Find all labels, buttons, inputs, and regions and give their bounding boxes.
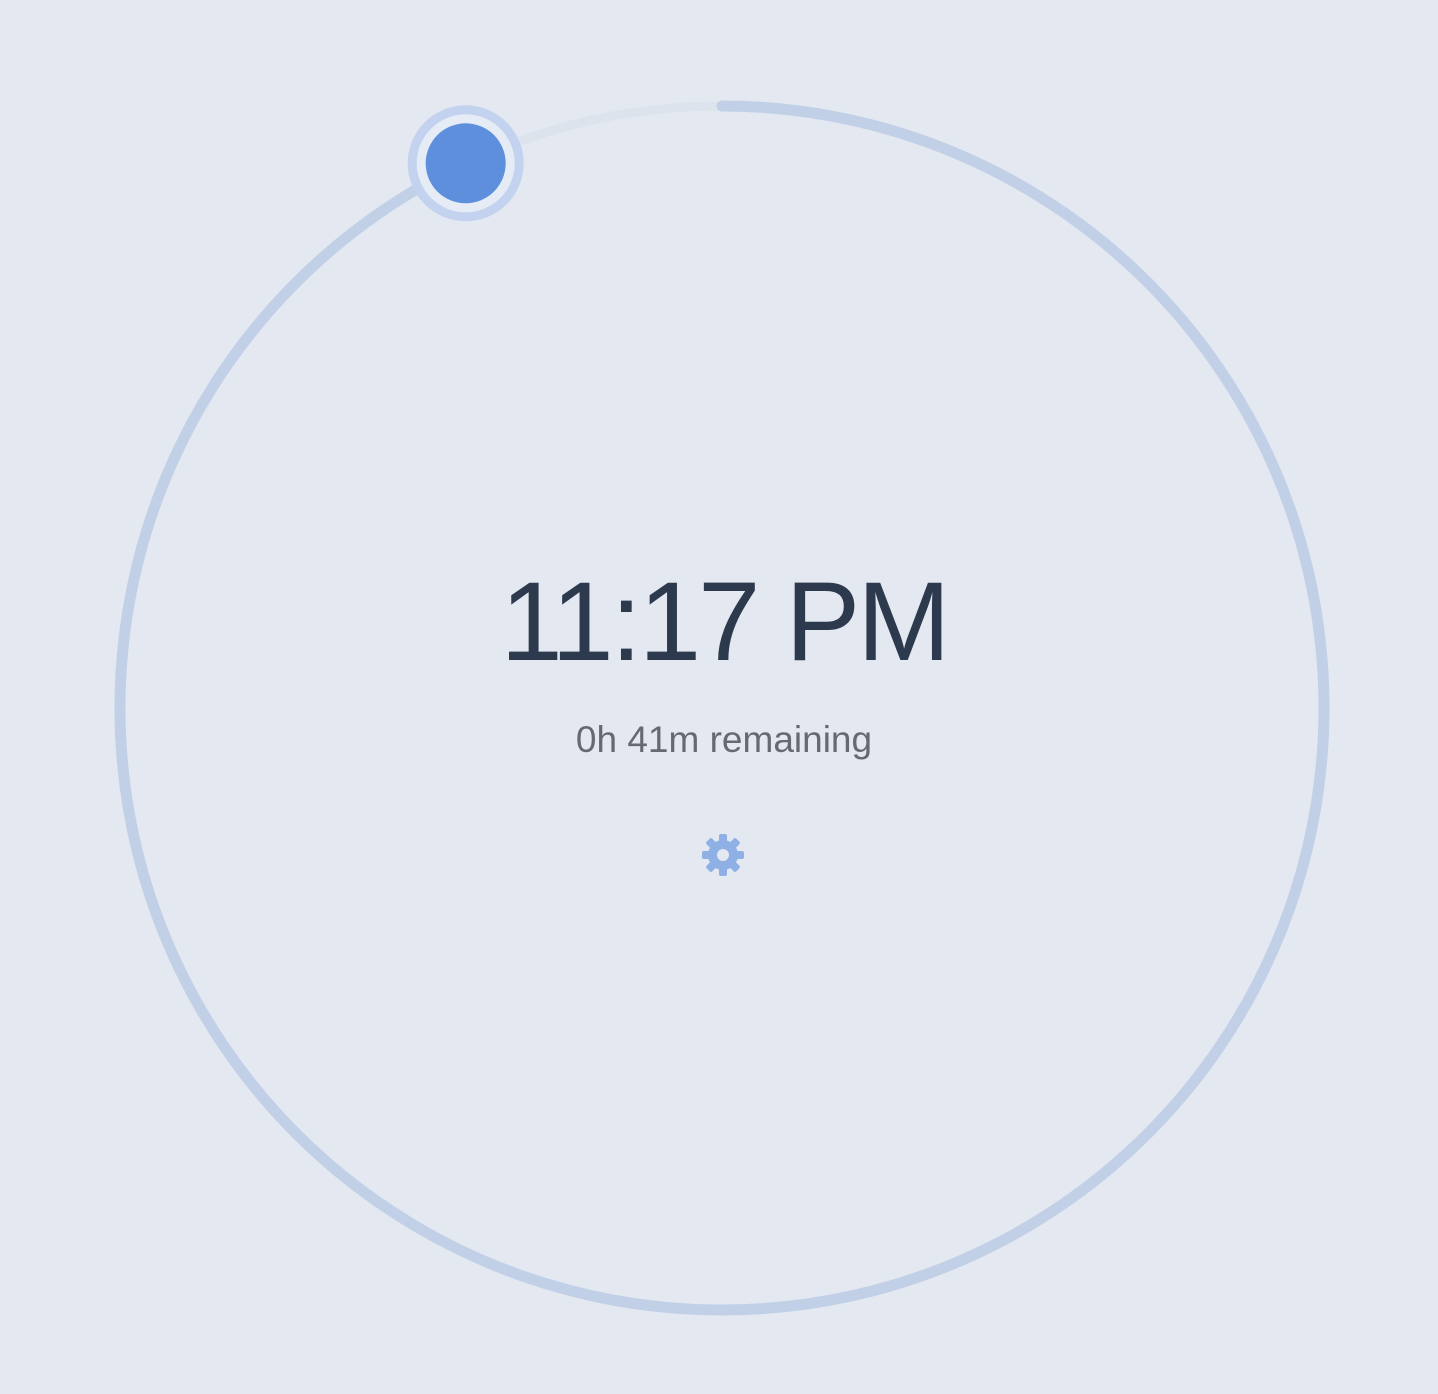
- dial-progress-arc: [114, 100, 1330, 1316]
- dial-handle-dot: [425, 123, 506, 204]
- settings-button[interactable]: [700, 832, 746, 878]
- timer-dial: [114, 100, 1330, 1316]
- dial-track: [115, 101, 1329, 1315]
- timer-screen: 11:17 PM 0h 41m remaining: [0, 0, 1438, 1394]
- time-remaining-label: 0h 41m remaining: [575, 719, 873, 760]
- time-display: 11:17 PM: [500, 559, 950, 684]
- gear-icon: [702, 834, 744, 876]
- dial-handle[interactable]: [407, 105, 524, 222]
